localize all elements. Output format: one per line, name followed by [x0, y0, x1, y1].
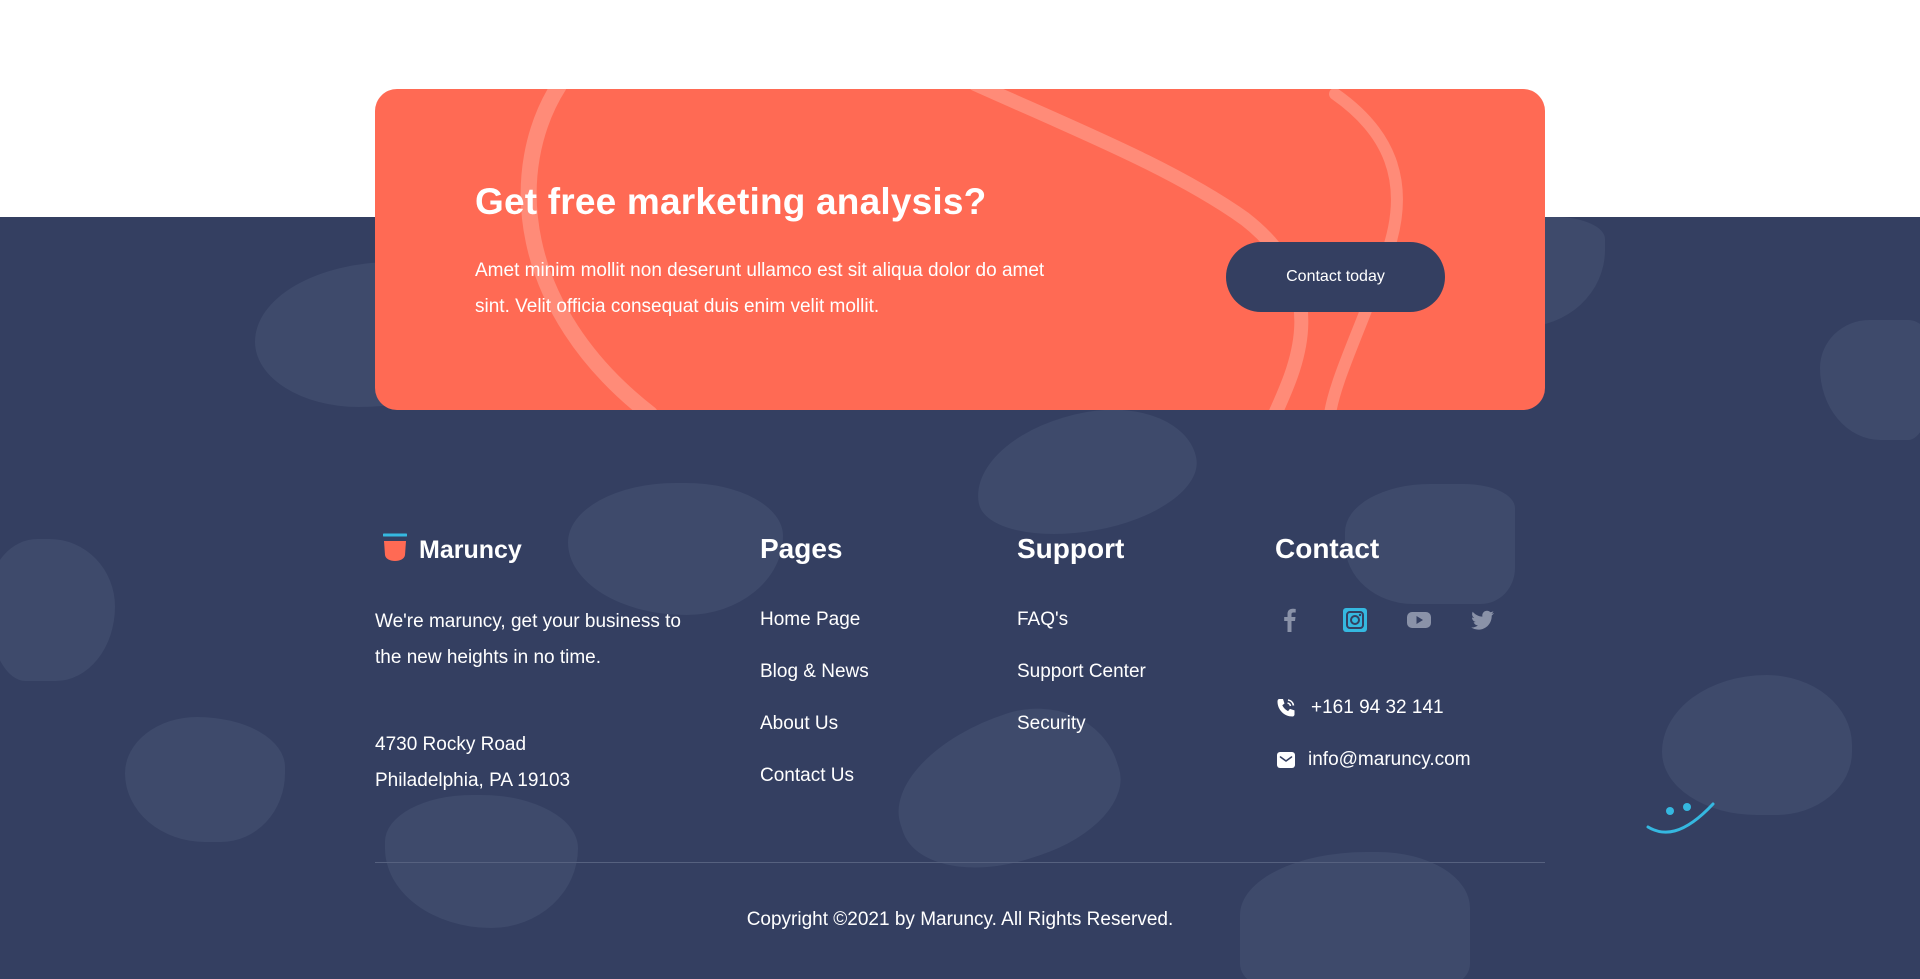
- mail-icon: [1277, 752, 1295, 768]
- maruncy-logo-icon: [383, 533, 407, 561]
- link-security[interactable]: Security: [1017, 713, 1086, 735]
- decorative-blob: [966, 394, 1206, 550]
- phone-icon: [1277, 699, 1295, 717]
- smiley-decoration-icon: [1646, 802, 1715, 834]
- decorative-blob: [0, 539, 115, 681]
- link-support-center[interactable]: Support Center: [1017, 661, 1146, 683]
- decorative-blob: [1662, 675, 1852, 815]
- facebook-icon[interactable]: [1277, 607, 1303, 633]
- contact-email[interactable]: info@maruncy.com: [1276, 749, 1471, 771]
- brand-name: Maruncy: [419, 535, 522, 564]
- link-contact-us[interactable]: Contact Us: [760, 765, 854, 787]
- link-blog-news[interactable]: Blog & News: [760, 661, 869, 683]
- link-faqs[interactable]: FAQ's: [1017, 609, 1068, 631]
- phone-number: +161 94 32 141: [1311, 697, 1444, 718]
- cta-card: Get free marketing analysis? Amet minim …: [375, 89, 1545, 410]
- decorative-blob: [1820, 320, 1920, 440]
- youtube-icon[interactable]: [1406, 607, 1432, 633]
- contact-title: Contact: [1275, 533, 1380, 564]
- decorative-blob: [568, 483, 783, 615]
- twitter-icon[interactable]: [1470, 607, 1496, 633]
- instagram-icon[interactable]: [1342, 607, 1368, 633]
- decorative-blob: [125, 717, 285, 842]
- pages-title: Pages: [760, 533, 843, 564]
- address-line-2: Philadelphia, PA 19103: [375, 770, 571, 791]
- contact-phone[interactable]: +161 94 32 141: [1275, 697, 1444, 719]
- link-about-us[interactable]: About Us: [760, 713, 838, 735]
- cta-description: Amet minim mollit non deserunt ullamco e…: [475, 260, 1045, 317]
- email-address: info@maruncy.com: [1308, 749, 1471, 770]
- link-home-page[interactable]: Home Page: [760, 609, 860, 631]
- contact-today-button[interactable]: Contact today: [1226, 242, 1445, 312]
- support-title: Support: [1017, 533, 1125, 564]
- cta-title: Get free marketing analysis?: [475, 181, 987, 222]
- brand-logo[interactable]: Maruncy: [383, 533, 522, 567]
- brand-description: We're maruncy, get your business to the …: [375, 611, 682, 668]
- footer-divider: [375, 862, 1545, 863]
- address-line-1: 4730 Rocky Road: [375, 734, 527, 755]
- copyright-text: Copyright ©2021 by Maruncy. All Rights R…: [746, 909, 1174, 930]
